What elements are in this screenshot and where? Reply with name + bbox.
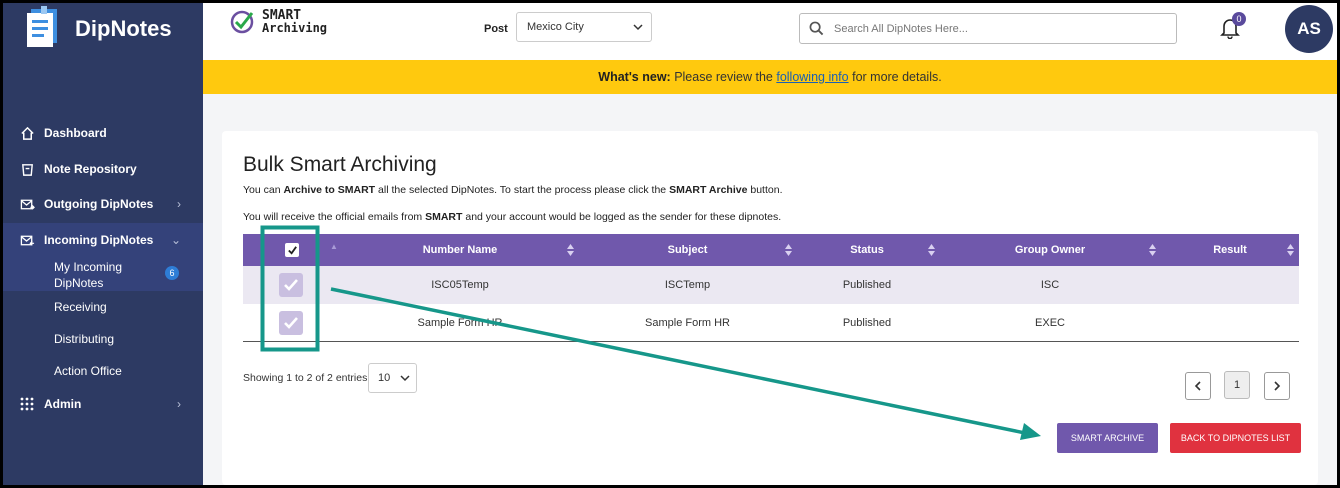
main-card: Bulk Smart Archiving You can Archive to … [222, 131, 1318, 485]
repository-icon [18, 160, 36, 178]
count-badge: 6 [165, 266, 179, 280]
cell-subject: Sample Form HR [645, 317, 730, 329]
sidebar-item-outgoing-dipnotes[interactable]: Outgoing DipNotes › [3, 187, 203, 221]
page-size-select[interactable]: 10 [368, 363, 417, 393]
chevron-down-icon [633, 22, 643, 35]
desc-bold: SMART Archive [669, 184, 748, 196]
table-header: ▲ Number Name Subject Status Group Owner… [243, 234, 1299, 266]
mail-incoming-icon [18, 231, 36, 249]
smart-archiving-logo: SMART Archiving [230, 9, 327, 35]
dipnotes-logo-icon [23, 5, 71, 53]
grid-icon [18, 395, 36, 413]
sidebar-subitem-receiving[interactable]: Receiving [54, 300, 107, 314]
search-placeholder: Search All DipNotes Here... [834, 22, 968, 35]
app-logo[interactable]: DipNotes [23, 5, 172, 53]
sidebar-item-admin[interactable]: Admin › [3, 387, 203, 421]
desc-bold: SMART [425, 211, 463, 223]
chevron-left-icon [1194, 381, 1201, 391]
chevron-right-icon: › [177, 197, 181, 211]
cell-status: Published [842, 317, 892, 329]
check-circle-icon [230, 10, 254, 34]
sort-icon[interactable] [567, 244, 574, 259]
announcement-lead: What's new: [598, 70, 671, 84]
column-header-number-name[interactable]: Number Name [368, 234, 552, 266]
search-icon [809, 21, 824, 39]
desc-text: and your account would be logged as the … [465, 211, 782, 223]
search-input[interactable]: Search All DipNotes Here... [799, 13, 1177, 44]
page-size-value: 10 [378, 372, 391, 384]
app-title: DipNotes [75, 16, 172, 41]
chevron-down-icon [400, 373, 410, 386]
desc-text: button. [750, 184, 783, 196]
top-bar: SMART Archiving Post Mexico City Search … [203, 3, 1337, 60]
home-icon [18, 124, 36, 142]
app-window: DipNotes Dashboard Note Repository Outgo… [3, 3, 1337, 485]
sort-icon[interactable] [1149, 244, 1156, 259]
desc-text: You will receive the official emails fro… [243, 211, 423, 223]
post-select[interactable]: Mexico City [516, 12, 652, 42]
cell-status: Published [842, 279, 892, 291]
description-line-2: You will receive the official emails fro… [243, 211, 781, 223]
sidebar-item-label: Outgoing DipNotes [44, 197, 154, 211]
column-header-result[interactable]: Result [1169, 234, 1291, 266]
announcement-link[interactable]: following info [776, 70, 848, 84]
select-all-checkbox[interactable] [285, 243, 299, 257]
page-number-button[interactable]: 1 [1224, 371, 1250, 399]
cell-number-name: ISC05Temp [431, 279, 489, 291]
mail-outgoing-icon [18, 195, 36, 213]
sidebar-item-label: Incoming DipNotes [44, 233, 154, 247]
cell-number-name: Sample Form HR [417, 317, 503, 329]
description-line-1: You can Archive to SMART all the selecte… [243, 184, 783, 196]
sidebar-item-label: Admin [44, 397, 82, 411]
post-label: Post [484, 23, 508, 35]
column-header-status[interactable]: Status [803, 234, 931, 266]
row-checkbox[interactable] [279, 311, 303, 335]
sidebar-item-note-repository[interactable]: Note Repository [3, 152, 203, 186]
cell-group-owner: EXEC [1035, 317, 1065, 329]
column-header-group-owner[interactable]: Group Owner [943, 234, 1157, 266]
sort-icon[interactable] [785, 244, 792, 259]
desc-text: all the selected DipNotes. To start the … [378, 184, 667, 196]
column-header-subject[interactable]: Subject [585, 234, 790, 266]
announcement-text: Please review the [674, 70, 773, 84]
announcement-banner: What's new: Please review the following … [203, 60, 1337, 94]
smart-archive-button[interactable]: SMART ARCHIVE [1057, 423, 1158, 453]
row-checkbox[interactable] [279, 273, 303, 297]
avatar[interactable]: AS [1285, 5, 1333, 53]
entries-info: Showing 1 to 2 of 2 entries [243, 372, 368, 384]
chevron-right-icon: › [177, 397, 181, 411]
chevron-right-icon [1274, 381, 1281, 391]
prev-page-button[interactable] [1185, 372, 1211, 400]
notification-badge: 0 [1232, 12, 1246, 26]
cell-result [1169, 304, 1291, 342]
table-row[interactable]: ISC05Temp ISCTemp Published ISC [243, 266, 1299, 304]
sidebar-item-label: Dashboard [44, 126, 107, 140]
sort-icon[interactable] [928, 244, 935, 259]
cell-result [1169, 266, 1291, 304]
cell-group-owner: ISC [1040, 279, 1060, 291]
back-to-list-button[interactable]: BACK TO DIPNOTES LIST [1170, 423, 1301, 453]
next-page-button[interactable] [1264, 372, 1290, 400]
page-title: Bulk Smart Archiving [243, 153, 437, 176]
desc-text: You can [243, 184, 281, 196]
chevron-down-icon: ⌄ [170, 233, 181, 247]
sidebar-item-dashboard[interactable]: Dashboard [3, 116, 203, 150]
announcement-text-end: for more details. [852, 70, 942, 84]
post-select-value: Mexico City [527, 21, 584, 33]
sidebar-subitem-distributing[interactable]: Distributing [54, 332, 114, 346]
module-title-line2: Archiving [262, 21, 328, 35]
table-row[interactable]: Sample Form HR Sample Form HR Published … [243, 304, 1299, 342]
sidebar: DipNotes Dashboard Note Repository Outgo… [3, 3, 203, 485]
sidebar-subitem-my-incoming-dipnotes[interactable]: My Incoming DipNotes [54, 259, 154, 291]
sidebar-subitem-action-office[interactable]: Action Office [54, 364, 122, 378]
sidebar-item-label: Note Repository [44, 162, 137, 176]
sidebar-item-incoming-dipnotes[interactable]: Incoming DipNotes ⌄ [3, 223, 203, 257]
desc-bold: Archive to SMART [283, 184, 376, 196]
dipnotes-table: ▲ Number Name Subject Status Group Owner… [243, 234, 1299, 342]
sort-icon[interactable] [1287, 244, 1294, 259]
sort-asc-icon[interactable]: ▲ [330, 242, 338, 251]
cell-subject: ISCTemp [664, 279, 711, 291]
